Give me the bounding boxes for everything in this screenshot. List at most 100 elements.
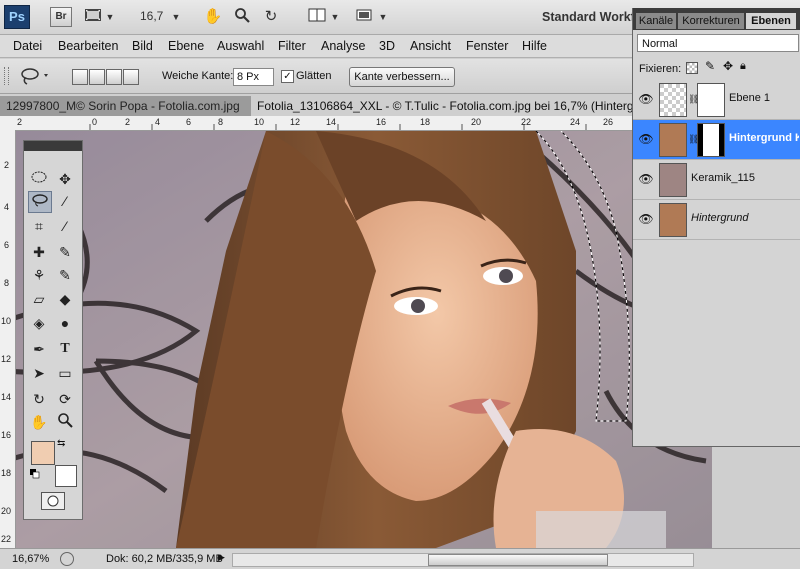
lasso-tool-icon[interactable] [28,191,52,213]
bridge-button[interactable]: Br [50,7,72,27]
layer-name[interactable]: Hintergrund [691,212,748,224]
menu-filter[interactable]: Filter [278,39,306,53]
menu-ansicht[interactable]: Ansicht [410,39,451,53]
antialias-checkbox[interactable]: ✓ [281,70,294,83]
move-tool-icon[interactable]: ✥ [54,169,76,189]
options-grip[interactable] [4,67,9,85]
visibility-eye-icon[interactable]: 👁︎ [638,132,654,146]
ruler-tick: 14 [326,117,337,127]
chevron-down-icon[interactable]: ▼ [171,7,181,27]
dodge-tool-icon[interactable]: ● [54,313,76,333]
magic-wand-icon[interactable]: ⁄ [54,191,76,211]
shape-tool-icon[interactable]: ▭ [54,363,76,383]
refine-edge-button[interactable]: Kante verbessern... [349,67,455,87]
scrollbar-thumb[interactable] [428,554,608,566]
layer-mask-thumbnail[interactable] [697,83,725,117]
ruler-tick: 2 [125,117,131,127]
menu-bearbeiten[interactable]: Bearbeiten [58,39,118,53]
film-strip-icon[interactable] [84,7,102,27]
menu-datei[interactable]: Datei [13,39,42,53]
layer-thumbnail [659,203,687,237]
visibility-eye-icon[interactable]: 👁︎ [638,212,654,226]
quick-mask-icon[interactable] [41,492,65,510]
rotate-view-icon[interactable]: ↻ [261,7,281,27]
path-selection-icon[interactable]: ➤ [28,363,50,383]
layer-row-hintergrund[interactable]: 👁︎ Hintergrund [633,200,800,240]
marquee-tool-icon[interactable] [28,169,50,189]
eyedropper-icon[interactable]: ⁄ [54,216,76,236]
3d-rotate-icon[interactable]: ↻ [28,389,50,409]
zoom-level-field[interactable]: 16,7 [140,9,163,23]
add-selection-mode-button[interactable] [89,69,105,85]
blend-mode-select[interactable]: Normal [637,34,799,52]
blur-tool-icon[interactable]: ◈ [28,313,50,333]
layer-row-keramik-115[interactable]: 👁︎ Keramik_115 [633,160,800,200]
horizontal-scrollbar[interactable] [232,553,694,567]
clone-stamp-icon[interactable]: ⚘ [28,265,50,285]
visibility-eye-icon[interactable]: 👁︎ [638,92,654,106]
menu-fenster[interactable]: Fenster [466,39,508,53]
foreground-color-swatch[interactable] [31,441,55,465]
hand-tool-icon[interactable]: ✋ [28,412,50,432]
menu-analyse[interactable]: Analyse [321,39,365,53]
status-bar: 16,67% Dok: 60,2 MB/335,9 MB ▶ [0,548,800,569]
tab-kanaele[interactable]: Kanäle [636,13,676,29]
tab-korrekturen[interactable]: Korrekturen [678,13,744,29]
crop-tool-icon[interactable]: ⌗ [28,216,50,236]
chevron-down-icon[interactable]: ▼ [105,7,115,27]
tab-ebenen[interactable]: Ebenen [746,13,796,29]
lasso-preset-icon[interactable] [18,66,52,86]
new-selection-mode-button[interactable] [72,69,88,85]
eraser-tool-icon[interactable]: ▱ [28,289,50,309]
intersect-selection-mode-button[interactable] [123,69,139,85]
healing-brush-icon[interactable]: ✚ [28,242,50,262]
menu-3d[interactable]: 3D [379,39,395,53]
status-zoom[interactable]: 16,67% [12,553,49,565]
hand-tool-icon[interactable]: ✋ [203,7,223,27]
lock-transparency-icon[interactable] [686,62,698,74]
zoom-tool-icon[interactable] [54,412,76,432]
pen-tool-icon[interactable]: ✒ [28,339,50,359]
layer-mask-thumbnail[interactable] [697,123,725,157]
ruler-tick: 10 [1,316,12,326]
menu-hilfe[interactable]: Hilfe [522,39,547,53]
menu-auswahl[interactable]: Auswahl [217,39,264,53]
arrange-documents-icon[interactable] [306,7,328,27]
chevron-down-icon[interactable]: ▼ [330,7,340,27]
tools-panel-header[interactable] [24,141,82,151]
menu-bild[interactable]: Bild [132,39,153,53]
subtract-selection-mode-button[interactable] [106,69,122,85]
ruler-tick: 20 [471,117,482,127]
lock-pixels-icon[interactable]: ✎ [705,59,715,73]
paint-bucket-icon[interactable]: ◆ [54,289,76,309]
layer-row-ebene-1[interactable]: 👁︎ ⛓︎ Ebene 1 [633,80,800,120]
layer-name[interactable]: Ebene 1 [729,92,770,104]
tab-sorin-popa[interactable]: 12997800_M© Sorin Popa - Fotolia.com.jpg [0,96,256,116]
screen-mode-icon[interactable] [353,7,375,27]
background-color-swatch[interactable] [55,465,77,487]
status-menu-arrow-icon[interactable]: ▶ [218,552,225,563]
chevron-down-icon[interactable]: ▼ [378,7,388,27]
magnifier-icon[interactable] [232,7,252,27]
brush-tool-icon[interactable]: ✎ [54,242,76,262]
history-brush-icon[interactable]: ✎ [54,265,76,285]
ruler-tick: 26 [603,117,614,127]
lock-all-icon[interactable]: 🔒︎ [740,60,746,73]
3d-orbit-icon[interactable]: ⟳ [54,389,76,409]
default-colors-icon[interactable] [30,468,40,479]
visibility-eye-icon[interactable]: 👁︎ [638,172,654,186]
ruler-tick: 0 [92,117,98,127]
swap-colors-icon[interactable]: ⇆ [57,438,65,449]
tab-tulic-active[interactable]: Fotolia_13106864_XXL - © T.Tulic - Fotol… [251,96,632,116]
feather-input[interactable]: 8 Px [233,68,274,86]
lock-position-icon[interactable]: ✥ [723,59,733,73]
layer-row-hintergrund-kopie[interactable]: 👁︎ ⛓︎ Hintergrund Kopie [633,120,800,160]
ruler-tick: 8 [4,278,10,288]
layer-name[interactable]: Keramik_115 [691,172,755,184]
layer-name[interactable]: Hintergrund Kopie [729,132,799,144]
status-info-icon[interactable] [60,552,74,566]
document-canvas[interactable] [16,131,712,548]
menu-ebene[interactable]: Ebene [168,39,204,53]
type-tool-icon[interactable]: T [54,339,76,359]
workspace-switcher[interactable]: Standard Workf [542,10,635,24]
